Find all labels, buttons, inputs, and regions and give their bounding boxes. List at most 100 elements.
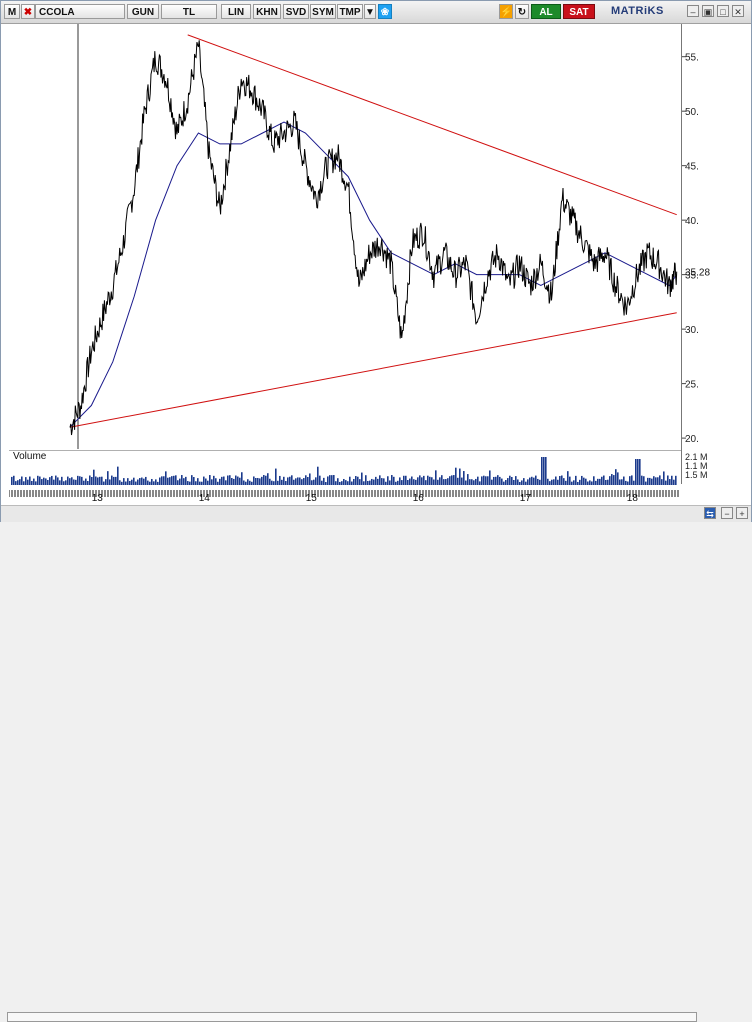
close-symbol-icon[interactable]: ✖ <box>21 4 35 19</box>
volume-bar <box>349 476 351 485</box>
chart-sym-button[interactable]: SYM <box>310 4 336 19</box>
volume-bar <box>89 475 91 485</box>
volume-bar <box>57 477 59 485</box>
volume-bar <box>417 477 419 485</box>
volume-bar <box>383 478 385 485</box>
volume-bar <box>467 474 469 485</box>
volume-bar <box>375 476 377 485</box>
volume-bar <box>535 475 537 485</box>
volume-bar <box>21 476 23 485</box>
volume-bar <box>267 473 269 485</box>
volume-bar <box>51 475 53 485</box>
currency-tl-button[interactable]: TL <box>161 4 217 19</box>
period-gun-button[interactable]: GUN <box>127 4 159 19</box>
chart-lin-button[interactable]: LIN <box>221 4 251 19</box>
volume-bar <box>117 466 119 485</box>
volume-bar <box>257 477 259 485</box>
volume-bar <box>11 476 13 485</box>
zoom-out-icon[interactable]: − <box>721 507 733 519</box>
price-tick-label: 20. <box>685 434 699 445</box>
chart-tmp-button[interactable]: TMP <box>337 4 363 19</box>
volume-bar <box>279 475 281 485</box>
volume-bar <box>399 477 401 485</box>
close-window-icon[interactable]: ✕ <box>732 5 744 17</box>
moving-average-line <box>69 121 678 428</box>
lower-trendline[interactable] <box>69 312 677 428</box>
time-tick-label: 17 <box>519 493 531 504</box>
volume-bar <box>203 476 205 485</box>
upper-trendline[interactable] <box>187 34 677 216</box>
volume-bar <box>629 476 631 485</box>
volume-bar <box>275 468 277 485</box>
volume-bar <box>457 477 459 485</box>
volume-bar <box>493 476 495 485</box>
volume-bar <box>165 471 167 485</box>
volume-bar <box>655 477 657 485</box>
volume-bar <box>13 475 15 485</box>
volume-bar <box>123 478 125 485</box>
price-chart-area[interactable] <box>9 24 681 484</box>
last-price-label: 35.28 <box>685 268 710 279</box>
bottom-bar: ⇆ − + <box>1 505 751 1022</box>
volume-bar <box>649 477 651 485</box>
volume-bar <box>435 470 437 485</box>
volume-title: Volume <box>13 451 47 462</box>
volume-bar <box>169 477 171 485</box>
volume-bar <box>111 475 113 485</box>
chart-khn-button[interactable]: KHN <box>253 4 281 19</box>
volume-bar <box>531 476 533 485</box>
volume-bar <box>67 476 69 485</box>
volume-bar <box>667 475 669 485</box>
volume-bar <box>141 477 143 485</box>
volume-bar <box>309 473 311 485</box>
volume-bar <box>593 476 595 485</box>
volume-bar <box>461 477 463 485</box>
volume-bar <box>379 475 381 485</box>
horizontal-scrollbar[interactable] <box>7 1012 697 1022</box>
refresh-icon[interactable]: ↻ <box>515 4 529 19</box>
volume-bar <box>25 477 27 485</box>
volume-bar <box>609 476 611 485</box>
twitter-bird-icon[interactable]: ❀ <box>378 4 392 19</box>
dropdown-arrow-icon[interactable]: ▼ <box>364 4 376 19</box>
volume-bar <box>545 457 547 485</box>
price-chart[interactable] <box>9 24 681 484</box>
date-strip <box>8 485 681 497</box>
volume-bar <box>231 478 233 485</box>
volume-bar <box>197 478 199 485</box>
volume-bar <box>29 476 31 485</box>
price-series-line <box>69 40 678 436</box>
maximize-icon[interactable]: □ <box>717 5 729 17</box>
volume-bar <box>391 475 393 485</box>
volume-bar <box>637 459 639 485</box>
volume-bar <box>291 475 293 485</box>
symbol-field[interactable]: CCOLA <box>35 4 125 19</box>
minimize-icon[interactable]: – <box>687 5 699 17</box>
chart-svd-button[interactable]: SVD <box>283 4 309 19</box>
sell-sat-button[interactable]: SAT <box>563 4 595 19</box>
volume-bar <box>639 459 641 485</box>
volume-bar <box>611 474 613 485</box>
volume-bar <box>235 475 237 485</box>
volume-bar <box>255 477 257 485</box>
restore-icon[interactable]: ▣ <box>702 5 714 17</box>
buy-al-button[interactable]: AL <box>531 4 561 19</box>
menu-m-button[interactable]: M <box>4 4 20 19</box>
lightning-icon[interactable]: ⚡ <box>499 4 513 19</box>
volume-bar <box>647 477 649 485</box>
volume-bar <box>45 478 47 485</box>
price-tick-label: 50. <box>685 107 699 118</box>
volume-bar <box>241 472 243 485</box>
volume-bar <box>337 478 339 485</box>
zoom-in-icon[interactable]: + <box>736 507 748 519</box>
volume-bar <box>355 476 357 485</box>
sync-icon[interactable]: ⇆ <box>704 507 716 519</box>
volume-bar <box>617 472 619 485</box>
volume-bar <box>675 475 677 485</box>
volume-bar <box>115 476 117 485</box>
volume-bar <box>173 475 175 485</box>
volume-bar <box>569 476 571 485</box>
volume-bar <box>631 475 633 485</box>
price-tick-label: 30. <box>685 325 699 336</box>
volume-bar <box>163 476 165 485</box>
